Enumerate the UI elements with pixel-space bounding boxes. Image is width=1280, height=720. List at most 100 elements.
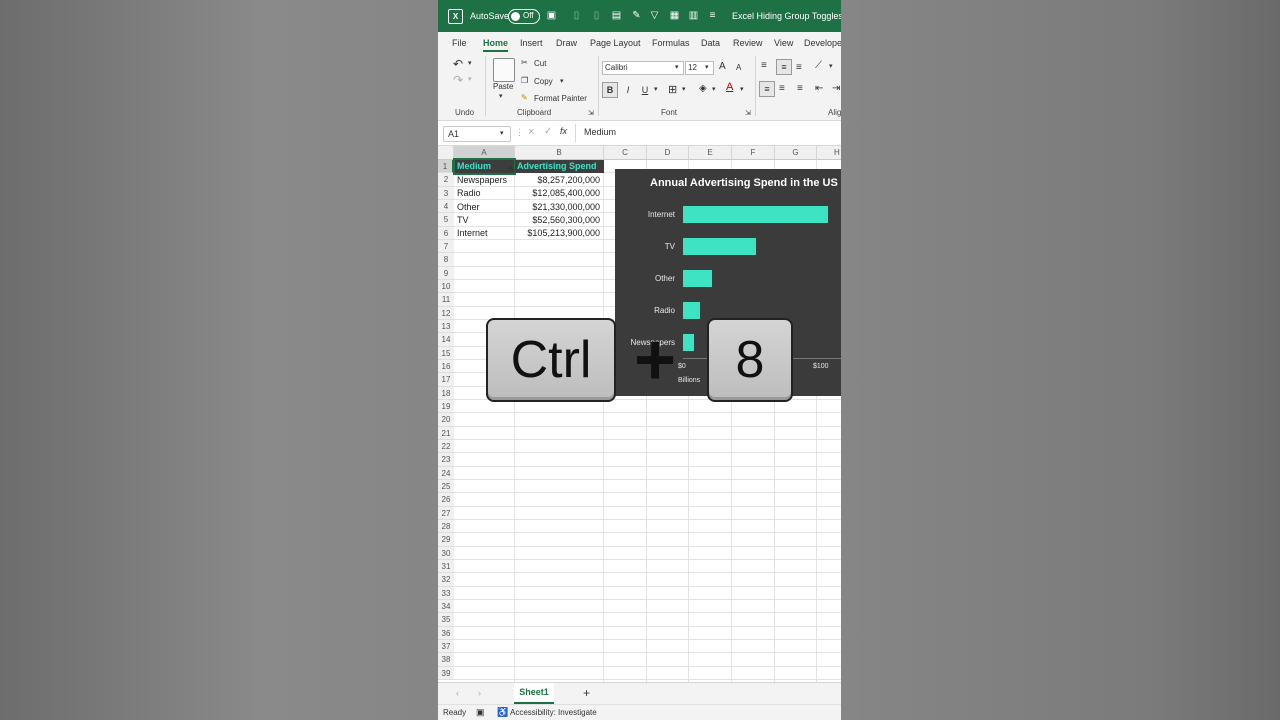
bar-radio[interactable] [683, 302, 700, 319]
worksheet-grid[interactable]: A B C D E F G H 1 2 3 4 5 6 7 8 9 10 11 12 13 14 15 16 1… [438, 146, 841, 682]
bar-tv[interactable] [683, 238, 756, 255]
status-accessibility[interactable]: Accessibility: Investigate [510, 708, 597, 717]
orientation-icon[interactable]: ⟋ [815, 60, 822, 71]
cell-b2[interactable]: $8,257,200,000 [518, 174, 600, 187]
row-header-3[interactable]: 3 [438, 186, 454, 200]
brush-icon[interactable]: ✎ [631, 10, 642, 21]
menu-data[interactable]: Data [701, 38, 720, 48]
shrink-font-button[interactable]: A [736, 63, 741, 72]
column-header-a[interactable]: A [454, 146, 515, 160]
doc-icon[interactable]: ▯ [571, 10, 582, 21]
align-right-icon[interactable]: ≡ [797, 83, 803, 94]
row-header-39[interactable]: 39 [438, 666, 454, 680]
cell-b6[interactable]: $105,213,900,000 [518, 227, 600, 240]
row-header-16[interactable]: 16 [438, 359, 454, 374]
formula-input[interactable]: Medium [584, 127, 616, 137]
column-header-c[interactable]: C [604, 146, 647, 160]
borders-icon[interactable]: ⊞ [668, 83, 677, 96]
cell-a4[interactable]: Other [457, 201, 480, 214]
cut-icon[interactable]: ✂ [521, 58, 528, 67]
align-center-icon[interactable]: ≡ [779, 83, 785, 94]
row-header-7[interactable]: 7 [438, 239, 454, 254]
bold-button[interactable]: B [602, 82, 618, 98]
menu-home[interactable]: Home [483, 38, 509, 52]
menu-view[interactable]: View [774, 38, 793, 48]
grow-font-button[interactable]: A [719, 61, 726, 72]
clipboard-icon[interactable]: ▤ [611, 10, 622, 21]
redo-icon[interactable]: ↷ [453, 73, 463, 87]
paste-dropdown-icon[interactable]: ▾ [499, 92, 503, 100]
align-left-button[interactable]: ≡ [759, 81, 775, 97]
undo-icon[interactable]: ↶ [453, 57, 463, 71]
font-color-dropdown-icon[interactable]: ▾ [740, 85, 744, 93]
row-header-18[interactable]: 18 [438, 386, 454, 400]
menu-file[interactable]: File [452, 38, 467, 48]
align-middle-button[interactable]: ≡ [776, 59, 792, 75]
underline-dropdown-icon[interactable]: ▾ [654, 85, 658, 93]
row-header-23[interactable]: 23 [438, 453, 454, 467]
font-name-box[interactable]: Calibri ▾ [602, 61, 684, 75]
add-sheet-button[interactable]: + [583, 686, 590, 700]
row-header-8[interactable]: 8 [438, 253, 454, 267]
picture-icon[interactable]: ▦ [669, 10, 680, 21]
column-header-b[interactable]: B [515, 146, 604, 160]
column-header-d[interactable]: D [647, 146, 689, 160]
menu-formulas[interactable]: Formulas [652, 38, 690, 48]
row-header-35[interactable]: 35 [438, 613, 454, 627]
column-header-h[interactable]: H [817, 146, 841, 160]
tab-next-icon[interactable]: › [478, 688, 481, 698]
fill-color-dropdown-icon[interactable]: ▾ [712, 85, 716, 93]
row-header-4[interactable]: 4 [438, 199, 454, 214]
insert-function-button[interactable]: fx [560, 126, 567, 136]
row-header-2[interactable]: 2 [438, 173, 454, 187]
cell-b5[interactable]: $52,560,300,000 [518, 214, 600, 227]
cancel-icon[interactable]: × [528, 126, 534, 138]
paste-icon[interactable] [493, 58, 515, 82]
cell-a2[interactable]: Newspapers [457, 174, 507, 187]
menu-review[interactable]: Review [733, 38, 763, 48]
cut-button[interactable]: Cut [534, 59, 546, 68]
save-icon[interactable]: ▣ [546, 10, 557, 21]
row-header-36[interactable]: 36 [438, 626, 454, 640]
font-launcher-icon[interactable]: ⇲ [745, 109, 751, 117]
row-header-38[interactable]: 38 [438, 653, 454, 667]
cell-a5[interactable]: TV [457, 214, 469, 227]
cell-b4[interactable]: $21,330,000,000 [518, 201, 600, 214]
row-header-31[interactable]: 31 [438, 559, 454, 574]
increase-indent-icon[interactable]: ⇥ [832, 83, 840, 94]
row-header-24[interactable]: 24 [438, 466, 454, 480]
row-header-29[interactable]: 29 [438, 533, 454, 547]
undo-dropdown-icon[interactable]: ▾ [468, 59, 472, 67]
row-header-15[interactable]: 15 [438, 346, 454, 360]
italic-button[interactable]: I [620, 82, 636, 98]
row-header-26[interactable]: 26 [438, 493, 454, 507]
menu-draw[interactable]: Draw [556, 38, 577, 48]
select-all-corner[interactable] [438, 146, 454, 160]
doc-icon-2[interactable]: ▯ [591, 10, 602, 21]
copy-icon[interactable]: ❐ [521, 76, 528, 85]
sheet-tab-sheet1[interactable]: Sheet1 [514, 683, 554, 704]
cell-b1-header-spend[interactable]: Advertising Spend [515, 160, 604, 173]
row-header-10[interactable]: 10 [438, 279, 454, 294]
row-header-14[interactable]: 14 [438, 333, 454, 347]
format-painter-button[interactable]: Format Painter [534, 94, 587, 103]
row-header-12[interactable]: 12 [438, 306, 454, 320]
cell-a1-header-medium[interactable]: Medium [453, 158, 516, 175]
row-header-11[interactable]: 11 [438, 293, 454, 307]
row-header-33[interactable]: 33 [438, 586, 454, 600]
bar-other[interactable] [683, 270, 712, 287]
macro-record-icon[interactable]: ▣ [476, 707, 485, 718]
paste-label[interactable]: Paste [493, 82, 513, 91]
row-header-28[interactable]: 28 [438, 519, 454, 534]
tab-prev-icon[interactable]: ‹ [456, 688, 459, 698]
row-header-17[interactable]: 17 [438, 373, 454, 387]
font-color-icon[interactable]: A [726, 81, 733, 93]
row-header-9[interactable]: 9 [438, 266, 454, 280]
accessibility-icon[interactable]: ♿ [497, 707, 508, 718]
format-painter-icon[interactable]: ✎ [521, 93, 528, 102]
bar-internet[interactable] [683, 206, 828, 223]
align-bottom-icon[interactable]: ≡ [796, 62, 802, 73]
row-header-25[interactable]: 25 [438, 479, 454, 494]
row-header-34[interactable]: 34 [438, 599, 454, 614]
fill-color-icon[interactable]: ◈ [699, 83, 707, 94]
